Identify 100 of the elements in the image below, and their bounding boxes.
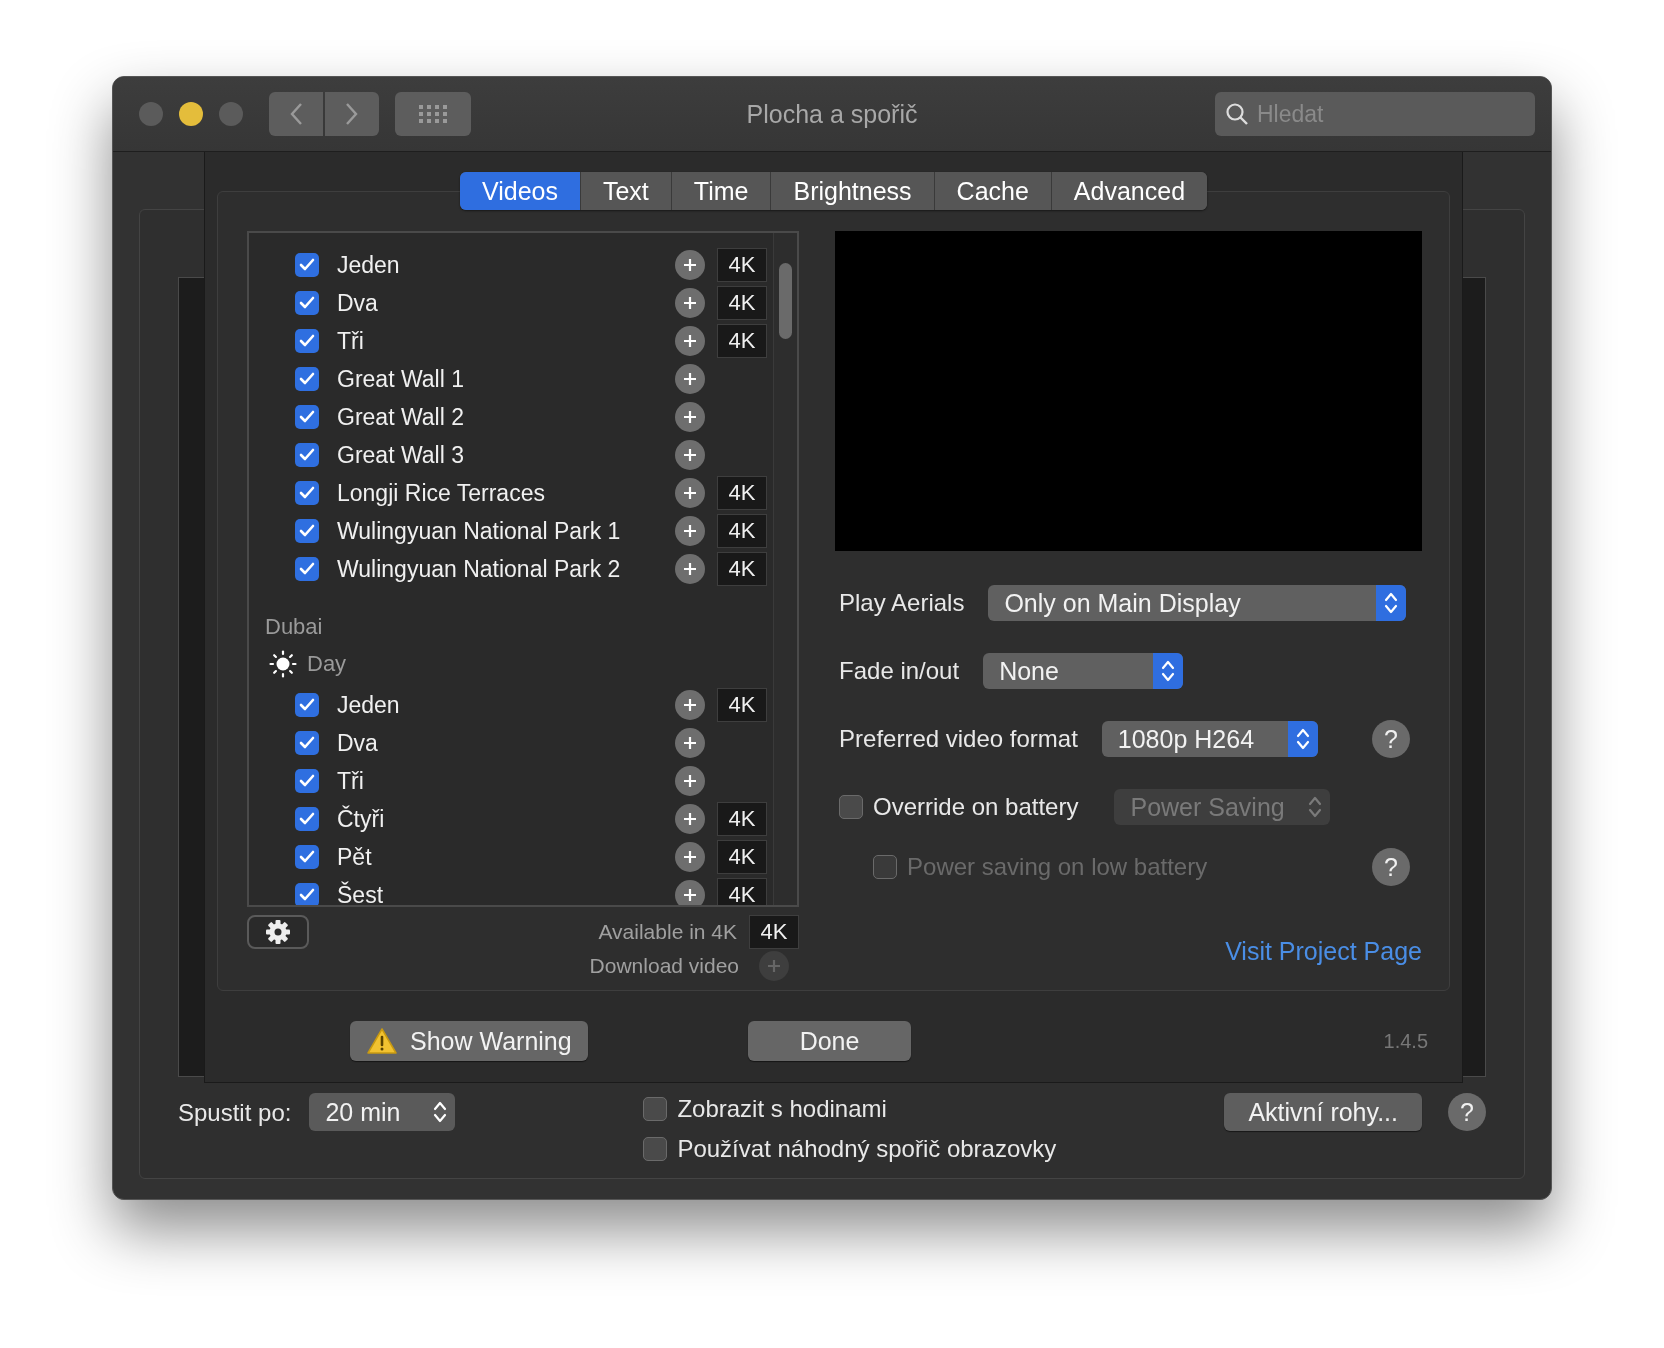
4k-badge: 4K — [717, 840, 768, 874]
scrollbar-thumb[interactable] — [779, 263, 793, 339]
checkbox[interactable] — [295, 367, 319, 391]
tab[interactable]: Videos — [459, 172, 580, 210]
checkbox[interactable] — [643, 1137, 668, 1161]
plus-icon — [683, 258, 698, 272]
checkbox[interactable] — [643, 1097, 668, 1121]
checkmark-icon — [299, 698, 315, 712]
tab[interactable]: Brightness — [770, 172, 934, 210]
checkbox[interactable] — [295, 405, 319, 429]
checkmark-icon — [299, 812, 315, 826]
download-button[interactable] — [675, 440, 706, 470]
download-button[interactable] — [675, 554, 706, 584]
plus-icon — [683, 850, 698, 864]
popup-button[interactable]: None — [983, 653, 1184, 689]
checkbox[interactable] — [295, 253, 319, 277]
video-name: Jeden — [337, 251, 401, 279]
done-button[interactable]: Done — [747, 1021, 912, 1061]
tab[interactable]: Advanced — [1050, 172, 1208, 210]
download-button[interactable] — [675, 288, 706, 318]
chevron-icon — [1308, 794, 1323, 820]
video-name: Longji Rice Terraces — [337, 479, 546, 507]
popup-button[interactable]: 1080p H264 — [1101, 721, 1318, 757]
plus-icon — [683, 410, 698, 424]
checkbox-label: Zobrazit s hodinami — [677, 1095, 887, 1123]
checkbox-label: Používat náhodný spořič obrazovky — [677, 1135, 1057, 1163]
plus-icon — [683, 562, 698, 576]
download-button[interactable] — [675, 402, 706, 432]
start-after-label: Spustit po: — [178, 1099, 292, 1127]
download-button[interactable] — [675, 766, 706, 796]
legend-label: Available in 4K — [598, 920, 738, 944]
checkbox[interactable] — [295, 519, 319, 543]
plus-icon — [683, 448, 698, 462]
download-button[interactable] — [675, 326, 706, 356]
popup-button[interactable]: Only on Main Display — [988, 585, 1407, 621]
checkbox[interactable] — [295, 291, 319, 315]
hot-corners-button[interactable]: Aktivní rohy... — [1224, 1093, 1422, 1131]
checkbox[interactable] — [295, 807, 319, 831]
4k-badge: 4K — [749, 915, 800, 949]
popup-button[interactable]: 20 min — [309, 1093, 456, 1131]
checkbox[interactable] — [295, 883, 319, 905]
4k-badge: 4K — [717, 476, 768, 510]
4k-badge: 4K — [717, 802, 768, 836]
checkmark-icon — [299, 736, 315, 750]
checkbox[interactable] — [295, 693, 319, 717]
chevron-left-icon — [289, 102, 303, 126]
download-button[interactable] — [675, 880, 706, 905]
download-button[interactable] — [675, 516, 706, 546]
field-label: Fade in/out — [839, 657, 960, 685]
sun-icon — [269, 650, 297, 678]
tab[interactable]: Time — [670, 172, 771, 210]
project-link[interactable]: Visit Project Page — [1225, 937, 1422, 966]
video-name: Great Wall 1 — [337, 365, 465, 393]
download-button[interactable] — [675, 728, 706, 758]
checkmark-icon — [299, 448, 315, 462]
time-header: Day — [307, 651, 347, 677]
chevron-icon — [1384, 590, 1399, 616]
plus-icon — [683, 736, 698, 750]
4k-badge: 4K — [717, 514, 768, 548]
video-name: Dva — [337, 729, 379, 757]
checkmark-icon — [299, 296, 315, 310]
4k-badge: 4K — [717, 324, 768, 358]
checkmark-icon — [299, 258, 315, 272]
version-label: 1.4.5 — [1383, 1029, 1428, 1053]
minimize-button[interactable] — [179, 102, 203, 126]
tab[interactable]: Text — [579, 172, 671, 210]
chevron-icon — [1161, 658, 1176, 684]
grid-icon — [418, 104, 448, 124]
video-name: Wulingyuan National Park 1 — [337, 517, 622, 545]
video-name: Dva — [337, 289, 379, 317]
download-button[interactable] — [675, 250, 706, 280]
download-button[interactable] — [675, 690, 706, 720]
plus-icon — [683, 698, 698, 712]
checkbox[interactable] — [295, 845, 319, 869]
checkmark-icon — [299, 486, 315, 500]
help-button[interactable]: ? — [1372, 720, 1410, 758]
plus-icon — [683, 486, 698, 500]
help-button[interactable]: ? — [1448, 1093, 1486, 1131]
download-button[interactable] — [675, 842, 706, 872]
plus-icon — [683, 372, 698, 386]
settings-button[interactable] — [247, 915, 309, 949]
checkbox[interactable] — [295, 443, 319, 467]
plus-icon — [683, 524, 698, 538]
download-button[interactable] — [675, 364, 706, 394]
plus-icon — [767, 959, 782, 973]
checkbox-label: Override on battery — [873, 793, 1079, 821]
warning-icon — [366, 1027, 398, 1055]
tab[interactable]: Cache — [933, 172, 1051, 210]
checkbox[interactable] — [295, 481, 319, 505]
checkmark-icon — [299, 334, 315, 348]
checkbox[interactable] — [295, 731, 319, 755]
download-button[interactable] — [675, 478, 706, 508]
download-button[interactable] — [675, 804, 706, 834]
show-warning-button[interactable]: Show Warning — [350, 1021, 588, 1061]
video-name: Šest — [337, 881, 385, 905]
plus-icon — [683, 774, 698, 788]
checkbox[interactable] — [295, 769, 319, 793]
checkbox[interactable] — [295, 557, 319, 581]
plus-icon — [683, 334, 698, 348]
checkbox[interactable] — [295, 329, 319, 353]
